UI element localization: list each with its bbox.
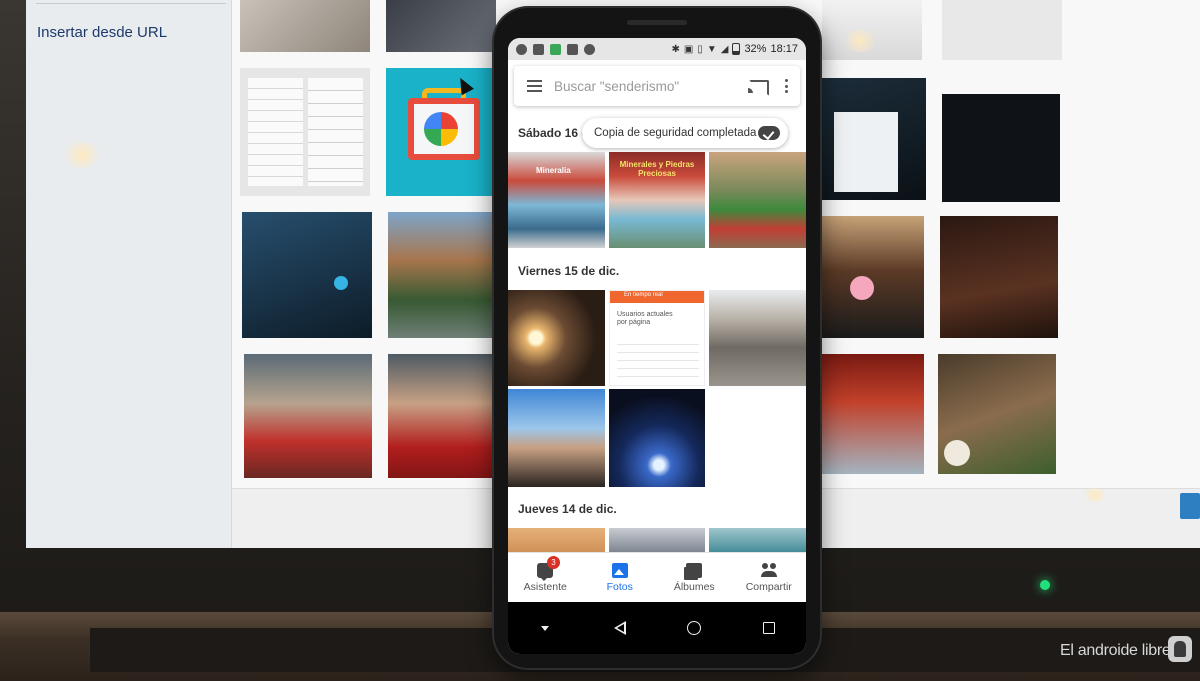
recents-button[interactable] [754,613,784,643]
wifi-icon: ▼ [706,43,717,55]
background-thumbnail-portrait [244,354,372,478]
photo-thumbnail[interactable] [709,152,806,248]
background-sidebar [26,0,232,548]
date-header: Jueves 14 de dic. [518,502,617,516]
email-icon [567,43,578,55]
tab-label: Asistente [523,580,567,593]
hamburger-menu-icon[interactable] [514,66,554,106]
battery-percent: 32% [744,43,767,55]
recents-square-icon [762,622,775,634]
insert-url-link: Insertar desde URL [37,24,168,41]
back-button[interactable] [605,613,635,643]
signal-icon: ◢ [720,43,729,55]
background-thumbnail-portrait [820,354,924,474]
background-thumbnail-screenshot [820,78,926,200]
background-thumbnail [240,0,370,52]
notification-icons [516,43,671,55]
tab-asistente[interactable]: 3 Asistente [508,553,583,602]
background-thumbnail [822,0,922,60]
toast-text: Copia de seguridad completada [594,127,757,139]
people-icon [760,562,777,578]
light-reflection [840,30,880,52]
google-photos-logo-thumbnail [386,68,496,196]
more-options-icon[interactable] [772,66,800,106]
notification-badge: 3 [547,556,560,569]
home-circle-icon [687,621,702,635]
background-thumbnail-portrait [820,216,924,338]
clock: 18:17 [770,43,798,55]
telegram-icon [516,43,527,55]
background-thumbnail [386,0,496,52]
background-thumbnail-settings [240,68,370,196]
vibrate-icon: ▯ [697,43,703,55]
screenshot-appbar: En tiempo real [610,291,704,303]
background-thumbnail-landscape [388,212,496,338]
screenshot-thumbnail[interactable]: En tiempo real Usuarios actuales por pág… [609,290,705,386]
shield-icon [550,43,561,55]
background-thumbnail-portrait [388,354,496,478]
photo-thumbnail[interactable]: Minerales y Piedras Preciosas [609,152,705,248]
photo-sign-text: Minerales y Piedras Preciosas [619,160,695,178]
light-reflection [60,142,104,168]
android-logo-icon [1168,636,1192,662]
photo-sign-text: Mineralia [536,166,571,175]
pinwheel-icon [584,43,595,55]
photo-thumbnail[interactable] [609,389,705,487]
tab-fotos[interactable]: Fotos [583,553,658,602]
chevron-down-icon [541,625,550,631]
tab-label: Fotos [606,580,633,593]
background-thumbnail [242,212,372,338]
bluetooth-icon: ✱ [671,43,680,55]
light-reflection [1080,488,1110,502]
background-thumbnail [942,94,1060,202]
smartphone: ✱ ▣ ▯ ▼ ◢ 32% 18:17 Sábado 16 d Copia de… [494,8,820,668]
system-icons: ✱ ▣ ▯ ▼ ◢ 32% 18:17 [671,43,798,55]
tab-label: Álbumes [673,580,715,593]
date-header: Sábado 16 d [518,126,589,140]
status-bar: ✱ ▣ ▯ ▼ ◢ 32% 18:17 [508,38,806,60]
bottom-navigation: 3 Asistente Fotos Álbumes Compartir [508,552,806,602]
tab-label: Compartir [745,580,792,593]
background-thumbnail [942,0,1062,60]
photo-thumbnail[interactable] [508,389,605,487]
photo-thumbnail[interactable] [508,290,605,386]
background-thumbnail [940,216,1058,338]
background-thumbnail-food [938,354,1056,474]
albums-icon [686,562,703,578]
photo-thumbnail[interactable] [709,290,806,386]
tab-albumes[interactable]: Álbumes [657,553,732,602]
cast-icon[interactable] [742,66,772,106]
backup-complete-toast[interactable]: Copia de seguridad completada [582,118,788,148]
power-led [1040,580,1050,590]
background-button [1180,493,1200,519]
screenshot-appbar-title: En tiempo real [624,292,663,298]
screenshot-heading: Usuarios actuales por página [617,311,673,326]
phone-speaker [627,20,687,25]
back-triangle-icon [613,621,626,635]
watermark: El androide libre [1060,642,1171,659]
tab-compartir[interactable]: Compartir [732,553,807,602]
pinwheel-icon [424,112,458,146]
battery-icon [732,43,741,55]
search-input[interactable] [554,78,742,94]
home-button[interactable] [679,613,709,643]
cloud-done-icon [758,126,780,140]
message-icon [533,43,544,55]
phone-screen: ✱ ▣ ▯ ▼ ◢ 32% 18:17 Sábado 16 d Copia de… [508,38,806,654]
photo-thumbnail[interactable]: Mineralia [508,152,605,248]
hide-nav-button[interactable] [530,613,560,643]
system-navigation-bar [508,602,806,654]
photo-icon [611,562,628,578]
date-header: Viernes 15 de dic. [518,264,620,278]
divider [36,3,226,4]
screenshot-table [617,337,699,381]
search-bar [514,66,800,106]
nfc-icon: ▣ [683,43,694,55]
